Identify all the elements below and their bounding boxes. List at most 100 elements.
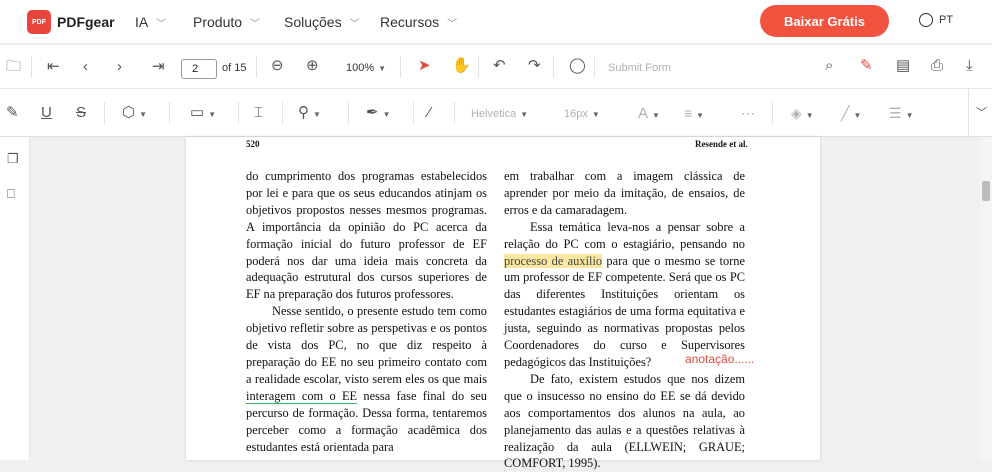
image-icon[interactable]: ▭ ▼ — [190, 105, 216, 123]
font-family-select[interactable]: Helvetica ▼ — [471, 108, 528, 120]
caret-down-icon: ▼ — [139, 110, 148, 119]
next-page-icon[interactable]: › — [117, 59, 122, 75]
menu-solucoes[interactable]: Soluções ﹀ — [284, 14, 360, 30]
font-color-letter: A — [638, 105, 649, 122]
main-toolbar: 🗀 ⇤ ‹ › ⇥ 2 of 15 ⊖ ⊕ 100% ▼ ➤ ✋ ↶ ↷ ◯ Su… — [0, 45, 992, 89]
font-family-value: Helvetica — [471, 108, 517, 120]
paragraph: Nesse sentido, o presente estudo tem com… — [246, 303, 487, 455]
paragraph: De fato, existem estudos que nos dizem q… — [504, 371, 745, 471]
divider — [256, 56, 257, 78]
submit-form-button[interactable]: Submit Form — [608, 62, 671, 74]
select-cursor-icon[interactable]: ➤ — [418, 58, 431, 74]
font-color-select[interactable]: A ▼ — [638, 105, 660, 122]
undo-icon[interactable]: ↶ — [493, 58, 506, 74]
font-size-select[interactable]: 16px ▼ — [564, 108, 600, 120]
zoom-select[interactable]: 100% ▼ — [346, 62, 386, 74]
language-label: PT — [939, 14, 954, 26]
divider — [282, 102, 283, 124]
first-page-icon[interactable]: ⇤ — [47, 59, 60, 75]
highlighted-text[interactable]: processo de auxílio — [504, 253, 603, 268]
menu-ia-label: IA — [135, 14, 149, 30]
divider — [594, 56, 595, 78]
caret-down-icon: ▼ — [313, 110, 321, 119]
line-color-icon[interactable]: ╱ ▼ — [841, 105, 861, 122]
text-column-right: em trabalhar com a imagem clássica de ap… — [504, 168, 745, 472]
paragraph: Essa temática leva-nos a pensar sobre a … — [504, 219, 745, 371]
shape-icon[interactable]: ⬡ ▼ — [122, 105, 147, 123]
scrollbar-thumb[interactable] — [982, 181, 990, 201]
stamp-icon[interactable]: ⚲ ▼ — [298, 105, 321, 123]
chevron-down-icon: ﹀ — [156, 18, 167, 30]
zoom-out-icon[interactable]: ⊖ — [271, 58, 284, 74]
caret-down-icon: ▼ — [382, 110, 391, 119]
more-icon[interactable]: ⋯ — [741, 105, 755, 122]
divider — [413, 102, 414, 124]
page-number-input[interactable]: 2 — [181, 59, 217, 79]
caret-down-icon: ▼ — [208, 110, 217, 119]
underline-icon[interactable]: U — [41, 105, 52, 121]
divider — [238, 102, 239, 124]
paragraph: em trabalhar com a imagem clássica de ap… — [504, 169, 745, 217]
pdfgear-logo-icon: PDF — [27, 10, 51, 34]
hand-tool-icon[interactable]: ✋ — [452, 58, 471, 74]
edit-icon[interactable]: ✎ — [860, 58, 873, 74]
divider — [31, 56, 32, 78]
menu-ia[interactable]: IA ﹀ — [135, 14, 166, 30]
folder-icon[interactable]: 🗀 — [6, 59, 21, 75]
page-view-icon[interactable]: ▤ — [896, 58, 910, 74]
pen-icon[interactable]: ✎ — [6, 105, 19, 121]
highlighter-icon[interactable]: ✒ ▼ — [366, 105, 391, 123]
previous-page-icon[interactable]: ‹ — [83, 59, 88, 75]
language-selector[interactable]: PT — [919, 13, 953, 27]
divider — [772, 102, 773, 124]
left-sidebar: ❐ ⎕ — [0, 137, 30, 460]
underlined-text[interactable]: interagem com o EE — [246, 388, 358, 404]
zoom-in-icon[interactable]: ⊕ — [306, 58, 319, 74]
page-number: 520 — [246, 139, 260, 149]
brand-name: PDFgear — [57, 14, 115, 30]
divider — [553, 56, 554, 78]
search-icon[interactable]: ⌕ — [825, 58, 833, 74]
download-free-button[interactable]: Baixar Grátis — [760, 5, 889, 37]
menu-recursos[interactable]: Recursos ﹀ — [380, 14, 457, 30]
text-annotation[interactable]: anotação...... — [685, 352, 754, 366]
expand-toolbar-icon[interactable]: ﹀ — [976, 105, 987, 121]
vertical-scrollbar[interactable] — [980, 137, 992, 460]
print-icon[interactable]: ⎙ — [931, 58, 943, 74]
font-size-value: 16px — [564, 108, 588, 120]
text-box-icon[interactable]: ⌶ — [254, 105, 263, 121]
menu-solucoes-label: Soluções — [284, 14, 342, 30]
fill-color-icon[interactable]: ◈ ▼ — [791, 105, 814, 122]
divider — [454, 102, 455, 124]
strikethrough-icon[interactable]: S — [76, 105, 86, 121]
menu-produto-label: Produto — [193, 14, 243, 30]
brush-icon[interactable]: ⁄ — [428, 105, 431, 121]
text-column-left: do cumprimento dos programas estabelecid… — [246, 168, 487, 455]
divider — [478, 56, 479, 78]
last-page-icon[interactable]: ⇥ — [152, 59, 165, 75]
comment-icon[interactable]: ◯ — [569, 58, 586, 74]
menu-produto[interactable]: Produto ﹀ — [193, 14, 260, 30]
text-run: Essa temática leva-nos a pensar sobre a … — [504, 219, 745, 251]
caret-down-icon: ▼ — [378, 64, 387, 73]
pages-icon[interactable]: ❐ — [7, 151, 19, 167]
running-head: Resende et al. — [695, 139, 748, 149]
annotation-toolbar: ✎ U S ⬡ ▼ ▭ ▼ ⌶ ⚲ ▼ ✒ ▼ ⁄ Helvetica ▼ 16px ▼ A… — [0, 89, 992, 137]
download-icon[interactable]: ⤓ — [966, 58, 973, 74]
bookmark-icon[interactable]: ⎕ — [7, 186, 15, 202]
line-style-icon[interactable]: ☰ ▼ — [889, 105, 913, 122]
chevron-down-icon: ﹀ — [349, 18, 360, 30]
chevron-down-icon: ﹀ — [250, 18, 261, 30]
brand-logo[interactable]: PDF PDFgear — [27, 10, 115, 34]
redo-icon[interactable]: ↷ — [528, 58, 541, 74]
chevron-down-icon: ﹀ — [447, 18, 458, 30]
paragraph: do cumprimento dos programas estabelecid… — [246, 169, 487, 302]
caret-down-icon: ▼ — [520, 110, 529, 119]
globe-icon — [919, 13, 933, 27]
divider — [348, 102, 349, 124]
divider — [968, 89, 969, 137]
align-select[interactable]: ≡ ▼ — [684, 105, 704, 121]
caret-down-icon: ▼ — [905, 111, 914, 120]
document-page: 520 Resende et al. do cumprimento dos pr… — [186, 137, 820, 470]
caret-down-icon: ▼ — [652, 111, 660, 120]
